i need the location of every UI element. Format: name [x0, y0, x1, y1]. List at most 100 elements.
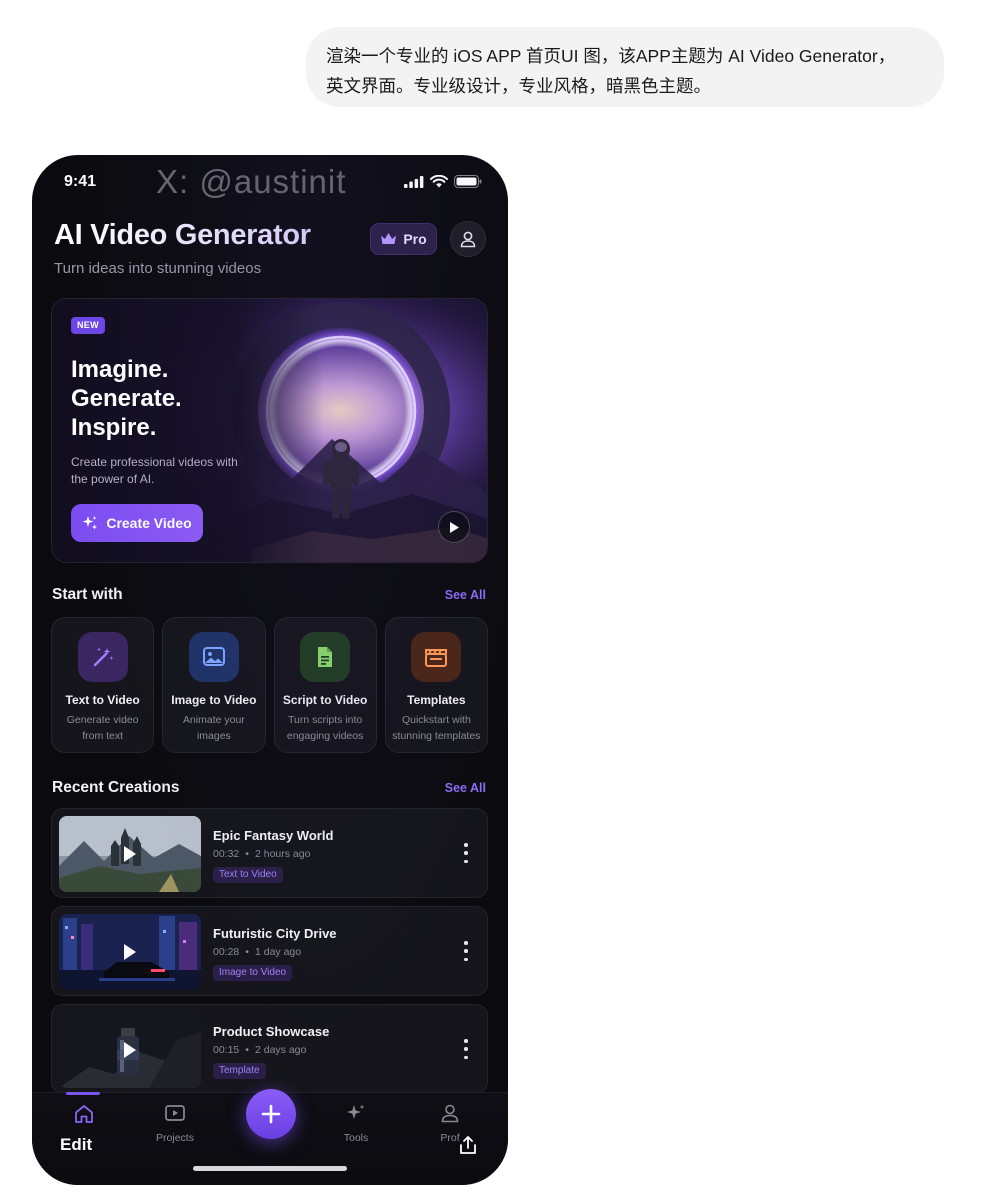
creation-time: 2 days ago — [254, 1044, 307, 1056]
start-card-title: Templates — [407, 693, 466, 707]
creation-title: Product Showcase — [213, 1024, 330, 1039]
recent-creations-title: Recent Creations — [52, 779, 180, 796]
hero-banner[interactable]: NEW Imagine. Generate. Inspire. Create p… — [51, 298, 488, 563]
page: 渲染一个专业的 iOS APP 首页UI 图，该APP主题为 AI Video … — [0, 0, 983, 1200]
tab-label: Tools — [343, 1132, 369, 1144]
recent-see-all[interactable]: See All — [445, 781, 486, 795]
play-icon — [124, 846, 136, 862]
creation-title: Futuristic City Drive — [213, 926, 337, 941]
play-icon — [450, 521, 459, 533]
more-options-icon[interactable] — [463, 941, 469, 961]
image-icon — [202, 647, 225, 666]
edit-button[interactable]: Edit — [60, 1135, 92, 1155]
plus-icon — [261, 1104, 281, 1124]
start-card-icon-box — [77, 632, 128, 682]
crown-icon — [381, 233, 397, 244]
video-thumbnail[interactable] — [59, 914, 201, 990]
clapperboard-icon — [425, 649, 448, 667]
watermark: X: @austinit — [156, 163, 347, 200]
recent-item[interactable]: Epic Fantasy World 00:32 • 2 hours ago Tex… — [51, 808, 488, 898]
new-badge: NEW — [71, 317, 105, 334]
video-library-icon — [165, 1105, 185, 1121]
creation-duration: 00:28 — [213, 946, 240, 958]
meta-separator: • — [245, 848, 249, 860]
tab-label: Projects — [156, 1132, 194, 1144]
app-subtitle: Turn ideas into stunning videos — [54, 260, 262, 277]
creation-tag: Image to Video — [213, 965, 293, 981]
recent-item[interactable]: Product Showcase 00:15 • 2 days ago Templa… — [51, 1004, 488, 1094]
share-button[interactable] — [458, 1135, 478, 1160]
start-cards: Text to Video Generate video from text I… — [51, 617, 488, 753]
creation-duration: 00:15 — [213, 1044, 240, 1056]
meta-separator: • — [245, 1044, 249, 1056]
status-time: 9:41 — [64, 173, 97, 190]
start-card-title: Script to Video — [282, 693, 368, 707]
start-card-icon-box — [411, 632, 462, 682]
creation-meta: 00:15 • 2 days ago — [213, 1044, 306, 1056]
prompt-line-1: 渲染一个专业的 iOS APP 首页UI 图，该APP主题为 AI Video … — [326, 46, 896, 66]
tab-projects[interactable]: Projects — [145, 1103, 205, 1144]
wifi-icon — [430, 175, 448, 188]
sparkle-icon — [82, 516, 98, 530]
start-with-title: Start with — [52, 586, 123, 603]
battery-icon — [454, 175, 482, 188]
start-card-desc: Generate video from text — [66, 714, 139, 742]
creation-meta: 00:32 • 2 hours ago — [213, 848, 310, 860]
hero-headline: Imagine. Generate. Inspire. — [71, 355, 182, 442]
user-icon — [441, 1104, 459, 1123]
start-card-templates[interactable]: Templates Quickstart with stunning templ… — [384, 617, 488, 753]
hero-play-button[interactable] — [438, 511, 470, 543]
start-card-image-to-video[interactable]: Image to Video Animate your images — [162, 617, 266, 753]
creation-title: Epic Fantasy World — [213, 828, 334, 843]
creation-tag: Text to Video — [213, 867, 283, 883]
start-card-icon-box — [300, 632, 351, 682]
share-icon — [460, 1136, 476, 1154]
creation-tag: Template — [213, 1063, 266, 1079]
hero-description: Create professional videos with the powe… — [71, 455, 238, 486]
prompt-line-2: 英文界面。专业级设计，专业风格，暗黑色主题。 — [326, 76, 711, 96]
tab-bar: Projects Tools Prof Edit — [32, 1089, 508, 1185]
prompt-bubble: 渲染一个专业的 iOS APP 首页UI 图，该APP主题为 AI Video … — [306, 27, 944, 107]
more-options-icon[interactable] — [463, 843, 469, 863]
hero-headline-line-1: Imagine. — [71, 356, 169, 383]
video-thumbnail[interactable] — [59, 816, 201, 892]
start-card-icon-box — [188, 632, 239, 682]
pro-label: Pro — [403, 231, 427, 247]
create-video-label: Create Video — [106, 515, 192, 531]
status-icons — [404, 175, 482, 188]
creation-meta: 00:28 • 1 day ago — [213, 946, 301, 958]
home-indicator — [193, 1166, 347, 1171]
more-options-icon[interactable] — [463, 1039, 469, 1059]
phone-screen: 9:41 X: @austinit AI Video Generator Tur… — [32, 155, 508, 1185]
meta-separator: • — [245, 946, 249, 958]
pro-button[interactable]: Pro — [370, 223, 437, 255]
start-card-script-to-video[interactable]: Script to Video Turn scripts into engagi… — [273, 617, 377, 753]
recent-item[interactable]: Futuristic City Drive 00:28 • 1 day ago Im… — [51, 906, 488, 996]
tab-tools[interactable]: Tools — [326, 1103, 386, 1144]
video-thumbnail[interactable] — [59, 1012, 201, 1088]
create-video-button[interactable]: Create Video — [71, 504, 203, 542]
start-card-text-to-video[interactable]: Text to Video Generate video from text — [51, 617, 155, 753]
creation-duration: 00:32 — [213, 848, 240, 860]
user-icon — [460, 231, 476, 248]
play-icon — [124, 944, 136, 960]
hero-headline-line-2: Generate. — [71, 385, 182, 412]
home-icon — [75, 1105, 93, 1123]
start-card-title: Text to Video — [65, 693, 140, 707]
active-tab-indicator — [66, 1092, 100, 1095]
start-card-desc: Animate your images — [182, 714, 245, 742]
start-card-title: Image to Video — [171, 693, 257, 707]
magic-wand-icon — [93, 647, 114, 667]
new-project-fab[interactable] — [246, 1089, 296, 1139]
profile-button[interactable] — [450, 221, 486, 257]
status-bar: 9:41 X: @austinit — [32, 155, 508, 209]
recent-list: Epic Fantasy World 00:32 • 2 hours ago Tex… — [51, 808, 488, 1102]
start-with-see-all[interactable]: See All — [445, 588, 486, 602]
play-icon — [124, 1042, 136, 1058]
sparkle-icon — [347, 1104, 365, 1119]
start-card-desc: Quickstart with stunning templates — [392, 714, 481, 742]
tab-home[interactable] — [54, 1103, 114, 1130]
start-card-desc: Turn scripts into engaging videos — [286, 714, 364, 742]
document-icon — [318, 647, 333, 667]
hero-headline-line-3: Inspire. — [71, 414, 157, 441]
